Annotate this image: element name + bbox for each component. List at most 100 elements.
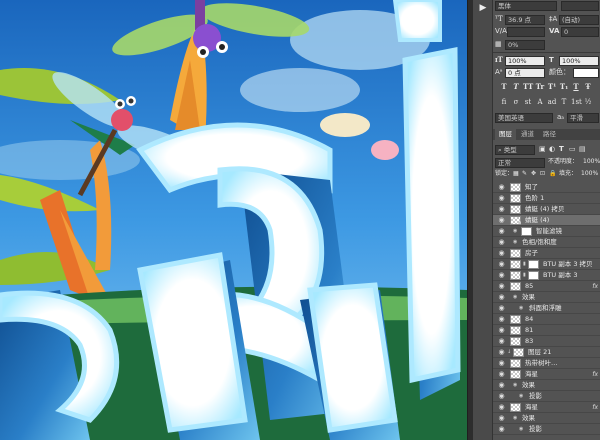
ordinal-button[interactable]: 1st [571,97,582,107]
layer-row[interactable]: ◉ 知了 [493,182,600,193]
all-caps-button[interactable]: TT [523,82,533,92]
layer-thumbnail[interactable] [513,348,524,357]
layer-name[interactable]: 色阶 1 [525,193,544,204]
layer-thumbnail[interactable] [510,315,521,324]
leading-field[interactable]: (自动) [559,15,599,25]
font-size-field[interactable]: 36.9 点 [505,15,545,25]
layer-name[interactable]: 83 [525,336,533,347]
layer-mask-thumbnail[interactable] [528,260,539,269]
play-icon[interactable]: ▶ [477,2,489,14]
layer-row[interactable]: ◉ ↓ 图层 21 [493,347,600,358]
effect-visibility-icon[interactable]: ◉ [513,413,517,424]
layer-name[interactable]: 热带树叶… [525,358,558,369]
filter-visibility-icon[interactable]: ◉ [513,226,517,237]
effect-visibility-icon[interactable]: ◉ [519,303,523,314]
subscript-button[interactable]: T₁ [559,82,569,92]
adjustment-filter-icon[interactable]: ◐ [549,144,555,154]
layer-name[interactable]: 效果 [522,292,535,303]
shape-filter-icon[interactable]: ▭ [569,144,576,154]
fill-value[interactable]: 100% [581,169,598,179]
layer-thumbnail[interactable] [510,403,521,412]
layer-row[interactable]: ◉ ▪ 蜻蜓 (4) [493,215,600,226]
layer-effects-icon[interactable]: fx [592,402,598,413]
underline-button[interactable]: T [571,82,581,92]
layer-thumbnail[interactable] [510,260,521,269]
layer-row[interactable]: ◉ ◉ 色相/饱和度 [493,237,600,248]
layer-row[interactable]: ◉ 海星 fx [493,402,600,413]
lock-all-icon[interactable]: 🔒 [549,169,556,179]
layer-name[interactable]: 85 [525,281,533,292]
layer-thumbnail[interactable] [510,337,521,346]
strikethrough-button[interactable]: Ŧ [583,82,593,92]
visibility-eye-icon[interactable]: ◉ [497,425,506,434]
baseline-field[interactable]: 0 点 [505,68,545,78]
visibility-eye-icon[interactable]: ◉ [497,304,506,313]
opacity-value[interactable]: 100% [583,157,600,167]
layer-name[interactable]: 81 [525,325,533,336]
layer-thumbnail[interactable] [510,205,521,214]
layer-thumbnail[interactable] [510,359,521,368]
lock-transparent-icon[interactable]: ▦ [513,169,519,179]
layer-row[interactable]: ◉ 热带树叶… [493,358,600,369]
layer-row[interactable]: ◉ ▮ BTU 副本 3 拷贝 [493,259,600,270]
visibility-eye-icon[interactable]: ◉ [497,348,506,357]
layer-row[interactable]: ◉ ◉ 效果 [493,413,600,424]
layer-effects-icon[interactable]: fx [592,369,598,380]
filter-mask-thumbnail[interactable] [521,227,532,236]
tab-layers[interactable]: 图层 [495,129,516,140]
antialias-select[interactable]: 平滑 [567,113,599,123]
layer-name[interactable]: 效果 [522,413,535,424]
visibility-eye-icon[interactable]: ◉ [497,337,506,346]
layer-name[interactable]: 色相/饱和度 [522,237,557,248]
tab-channels[interactable]: 通道 [517,129,538,140]
layer-effects-icon[interactable]: fx [592,281,598,292]
visibility-eye-icon[interactable]: ◉ [497,227,506,236]
visibility-eye-icon[interactable]: ◉ [497,381,506,390]
tab-paths[interactable]: 路径 [539,129,560,140]
layer-thumbnail[interactable] [510,271,521,280]
layer-thumbnail[interactable] [510,282,521,291]
lock-artboard-icon[interactable]: ⊡ [540,169,545,179]
layer-row[interactable]: ◉ ◉ 投影 [493,391,600,402]
layer-thumbnail[interactable] [510,249,521,258]
contextual-button[interactable]: σ [511,97,521,107]
tracking-field[interactable]: 0 [561,27,599,37]
visibility-eye-icon[interactable]: ◉ [497,271,506,280]
visibility-eye-icon[interactable]: ◉ [497,238,506,247]
layer-name[interactable]: 房子 [525,248,538,259]
effect-visibility-icon[interactable]: ◉ [513,237,517,248]
layer-row[interactable]: ◉ 色阶 1 [493,193,600,204]
layer-thumbnail[interactable] [510,370,521,379]
layer-name[interactable]: 蜻蜓 (4) 拷贝 [525,204,564,215]
visibility-eye-icon[interactable]: ◉ [497,249,506,258]
layer-row[interactable]: ◉ ◉ 斜面和浮雕 [493,303,600,314]
layer-name[interactable]: 海星 [525,402,538,413]
layer-name[interactable]: 84 [525,314,533,325]
layer-row[interactable]: ◉ ◉ 效果 [493,292,600,303]
layer-name[interactable]: BTU 副本 3 拷贝 [543,259,593,270]
effect-visibility-icon[interactable]: ◉ [513,292,517,303]
layer-row[interactable]: ◉ ◉ 投影 [493,424,600,435]
blend-mode-select[interactable]: 正常 [495,158,545,168]
pixel-filter-icon[interactable]: ▣ [539,144,546,154]
layer-name[interactable]: 智能滤镜 [536,226,562,237]
fraction-button[interactable]: ½ [583,97,593,107]
layer-name[interactable]: 海星 [525,369,538,380]
layer-row[interactable]: ◉ 83 [493,336,600,347]
visibility-eye-icon[interactable]: ◉ [497,326,506,335]
text-color-swatch[interactable] [573,68,599,78]
layer-name[interactable]: 效果 [522,380,535,391]
stylistic-alternate-button[interactable]: ad [547,97,557,107]
layer-row[interactable]: ◉ 蜻蜓 (4) 拷贝 [493,204,600,215]
layer-thumbnail[interactable] [510,326,521,335]
visibility-eye-icon[interactable]: ◉ [497,370,506,379]
layer-name[interactable]: 蜻蜓 (4) [525,215,549,226]
layer-name[interactable]: 投影 [529,391,542,402]
document-canvas[interactable] [0,0,467,440]
layer-mask-thumbnail[interactable] [528,271,539,280]
layer-row[interactable]: ◉ 房子 [493,248,600,259]
swash-button[interactable]: A [535,97,545,107]
discretionary-ligature-button[interactable]: st [523,97,533,107]
visibility-eye-icon[interactable]: ◉ [497,205,506,214]
horizontal-scale-field[interactable]: 100% [559,56,599,66]
